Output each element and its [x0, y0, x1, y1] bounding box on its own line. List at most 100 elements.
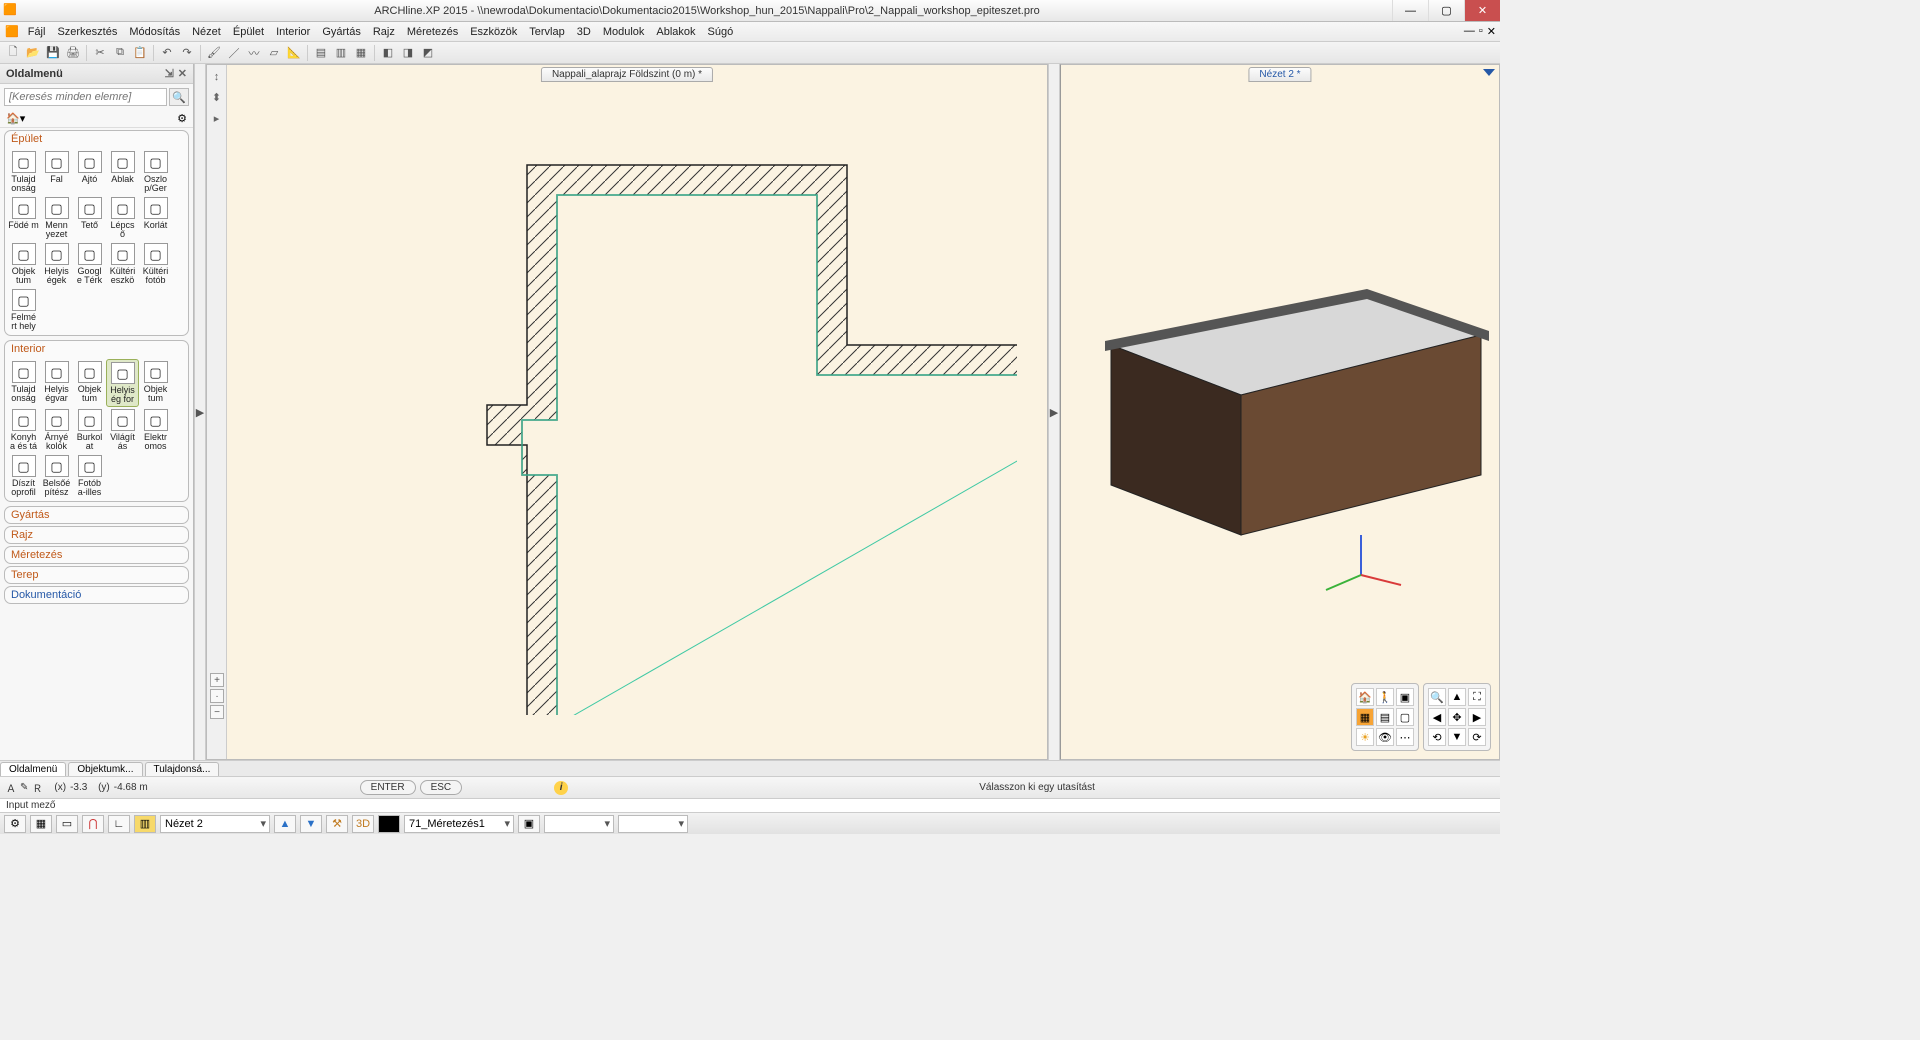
bb-layer-icon[interactable]: ▥ [134, 815, 156, 833]
nav-rotccw-icon[interactable]: ⟲ [1428, 728, 1446, 746]
interior-item-7[interactable]: ▢Burkol at [73, 407, 106, 453]
nav-eye-icon[interactable]: 👁 [1376, 728, 1394, 746]
category-interior-header[interactable]: Interior [5, 341, 188, 357]
gear-icon[interactable]: ⚙ [177, 112, 187, 125]
new-icon[interactable]: 🗋 [4, 44, 22, 62]
epulet-item-11[interactable]: ▢Helyis égek [40, 241, 73, 287]
nav-down-icon[interactable]: ▼ [1448, 728, 1466, 746]
lineweight-select[interactable] [618, 815, 688, 833]
epulet-item-3[interactable]: ▢Ablak [106, 149, 139, 195]
home-icon[interactable]: 🏠▾ [6, 112, 25, 125]
interior-item-2[interactable]: ▢Objek tum [73, 359, 106, 407]
view-3d[interactable]: Nézet 2 * 🏠 🚶 ▣ ▦ ▤ ▢ ☀ 👁 ⋯ [1060, 64, 1500, 760]
view-select[interactable]: Nézet 2 [160, 815, 270, 833]
menu-interior[interactable]: Interior [270, 24, 316, 40]
menu-sugo[interactable]: Súgó [702, 24, 740, 40]
category-dokumentacio[interactable]: Dokumentáció [4, 586, 189, 604]
category-meretezes[interactable]: Méretezés [4, 546, 189, 564]
epulet-item-15[interactable]: ▢Felmé rt hely [7, 287, 40, 333]
bb-up-icon[interactable]: ▲ [274, 815, 296, 833]
bb-window-icon[interactable]: ▭ [56, 815, 78, 833]
nav-sun-icon[interactable]: ☀ [1356, 728, 1374, 746]
undo-icon[interactable]: ↶ [158, 44, 176, 62]
epulet-item-1[interactable]: ▢Fal [40, 149, 73, 195]
interior-item-8[interactable]: ▢Világít ás [106, 407, 139, 453]
close-button[interactable]: ✕ [1464, 0, 1500, 21]
epulet-item-5[interactable]: ▢Födé m [7, 195, 40, 241]
esc-button[interactable]: ESC [420, 780, 463, 795]
measure-icon[interactable]: 📐 [285, 44, 303, 62]
interior-item-10[interactable]: ▢Díszít oprofil [7, 453, 40, 499]
menu-ablakok[interactable]: Ablakok [650, 24, 701, 40]
category-gyartas[interactable]: Gyártás [4, 506, 189, 524]
menu-szerkesztes[interactable]: Szerkesztés [51, 24, 123, 40]
polygon-icon[interactable]: ▱ [265, 44, 283, 62]
tab-objektumk[interactable]: Objektumk... [68, 762, 142, 776]
linetype-select[interactable] [544, 815, 614, 833]
search-input[interactable] [4, 88, 167, 106]
nav-left-icon[interactable]: ◀ [1428, 708, 1446, 726]
bb-ortho-icon[interactable]: ∟ [108, 815, 130, 833]
minimize-button[interactable]: — [1392, 0, 1428, 21]
epulet-item-13[interactable]: ▢Kültéri eszkö [106, 241, 139, 287]
status-snap2-icon[interactable]: ✎ [20, 782, 28, 793]
copy-icon[interactable]: ⧉ [111, 44, 129, 62]
view-2d-tab[interactable]: Nappali_alaprajz Földszint (0 m) * [541, 67, 713, 82]
menu-epulet[interactable]: Épület [227, 24, 270, 40]
interior-item-5[interactable]: ▢Konyh a és tá [7, 407, 40, 453]
epulet-item-7[interactable]: ▢Tető [73, 195, 106, 241]
interior-item-11[interactable]: ▢Belsőé pítész [40, 453, 73, 499]
interior-item-4[interactable]: ▢Objek tum [139, 359, 172, 407]
nav-orbit-icon[interactable]: ✥ [1448, 708, 1466, 726]
panel-expander-left[interactable]: ▶ [194, 64, 206, 760]
enter-button[interactable]: ENTER [360, 780, 416, 795]
menu-modositas[interactable]: Módosítás [123, 24, 186, 40]
zoom-reset-button[interactable]: · [210, 689, 224, 703]
menu-3d[interactable]: 3D [571, 24, 597, 40]
extra2-icon[interactable]: ◨ [399, 44, 417, 62]
epulet-item-0[interactable]: ▢Tulajd onság [7, 149, 40, 195]
nav-up-icon[interactable]: ▲ [1448, 688, 1466, 706]
paste-icon[interactable]: 📋 [131, 44, 149, 62]
epulet-item-12[interactable]: ▢Googl e Térk [73, 241, 106, 287]
bb-black-icon[interactable] [378, 815, 400, 833]
mdi-minimize-icon[interactable]: — [1464, 25, 1475, 38]
pin-icon[interactable]: ⇲ [165, 67, 174, 80]
menu-modulok[interactable]: Modulok [597, 24, 651, 40]
nav-layers-icon[interactable]: ▤ [1376, 708, 1394, 726]
line-icon[interactable]: ／ [225, 44, 243, 62]
polyline-icon[interactable]: 〰 [245, 44, 263, 62]
bb-3d-icon[interactable]: 3D [352, 815, 374, 833]
interior-item-0[interactable]: ▢Tulajd onság [7, 359, 40, 407]
brush-icon[interactable]: 🖌 [205, 44, 223, 62]
nav-persp-icon[interactable]: ▣ [1396, 688, 1414, 706]
gutter-nav2-icon[interactable]: ▸ [214, 112, 220, 125]
props2-icon[interactable]: ▥ [332, 44, 350, 62]
epulet-item-9[interactable]: ▢Korlát [139, 195, 172, 241]
gutter-updown-icon[interactable]: ↕ [214, 71, 220, 83]
menu-nezet[interactable]: Nézet [186, 24, 227, 40]
maximize-button[interactable]: ▢ [1428, 0, 1464, 21]
nav-wire-icon[interactable]: ▢ [1396, 708, 1414, 726]
cut-icon[interactable]: ✂ [91, 44, 109, 62]
tab-tulajdonsa[interactable]: Tulajdonsá... [145, 762, 220, 776]
mdi-close-icon[interactable]: ✕ [1487, 25, 1496, 38]
status-snap1-icon[interactable]: Ａ [6, 780, 16, 795]
epulet-item-8[interactable]: ▢Lépcs ő [106, 195, 139, 241]
menu-fajl[interactable]: Fájl [22, 24, 52, 40]
mdi-restore-icon[interactable]: ▫ [1479, 25, 1483, 38]
props3-icon[interactable]: ▦ [352, 44, 370, 62]
nav-right-icon[interactable]: ▶ [1468, 708, 1486, 726]
layer-select[interactable]: 71_Méretezés1 [404, 815, 514, 833]
category-rajz[interactable]: Rajz [4, 526, 189, 544]
search-button[interactable]: 🔍 [169, 88, 189, 106]
category-epulet-header[interactable]: Épület [5, 131, 188, 147]
epulet-item-2[interactable]: ▢Ajtó [73, 149, 106, 195]
gutter-nav1-icon[interactable]: ⬍ [212, 91, 221, 104]
nav-zoom-icon[interactable]: 🔍 [1428, 688, 1446, 706]
extra1-icon[interactable]: ◧ [379, 44, 397, 62]
nav-home-icon[interactable]: 🏠 [1356, 688, 1374, 706]
nav-fit-icon[interactable]: ⛶ [1468, 688, 1486, 706]
panel-close-icon[interactable]: ✕ [178, 67, 187, 80]
save-icon[interactable]: 💾 [44, 44, 62, 62]
